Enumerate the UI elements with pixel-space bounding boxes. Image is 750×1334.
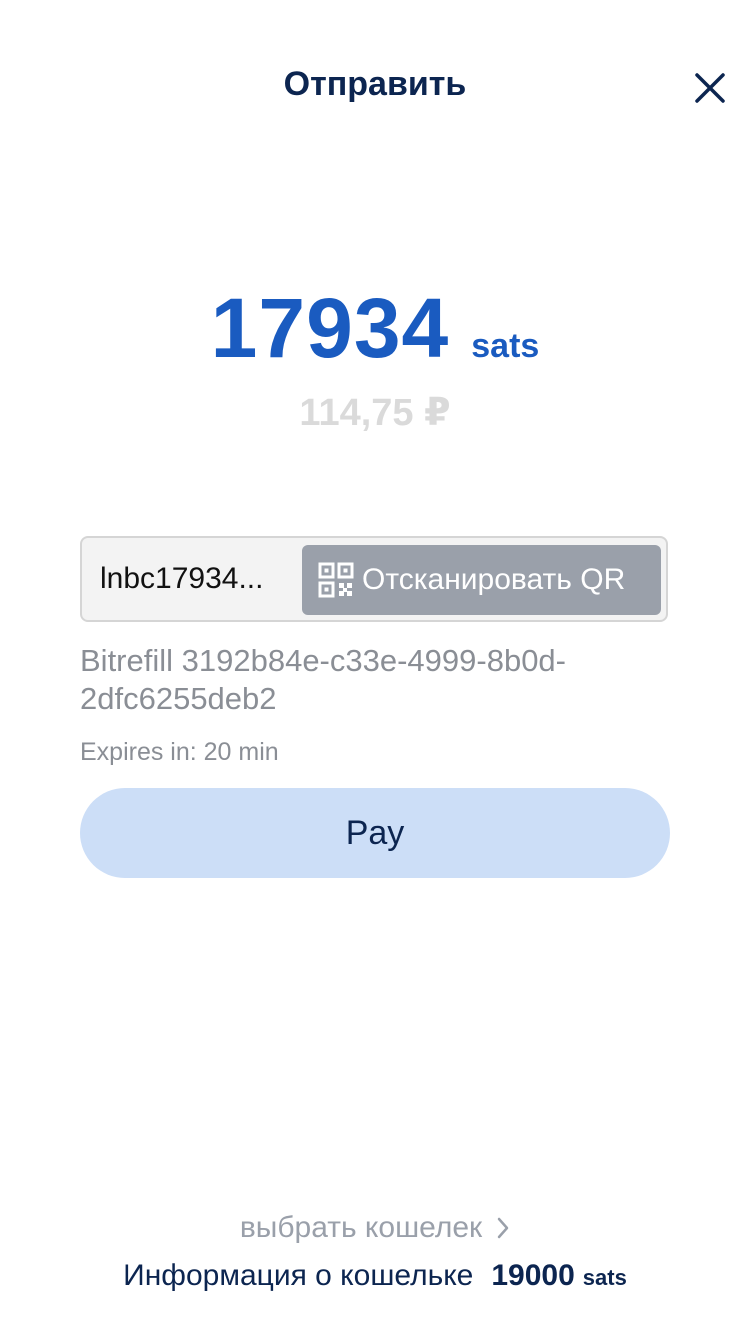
wallet-balance-unit: sats: [582, 1265, 627, 1290]
invoice-description: Bitrefill 3192b84e-c33e-4999-8b0d-2dfc62…: [80, 643, 566, 716]
chevron-right-icon: [497, 1217, 509, 1239]
qr-code-icon: [318, 562, 354, 598]
fiat-amount: 114,75 ₽: [299, 392, 451, 434]
wallet-balance: 19000: [491, 1259, 575, 1292]
choose-wallet-label: выбрать кошелек: [239, 1211, 483, 1244]
invoice-expiry: Expires in: 20 min: [80, 738, 279, 766]
amount-value: 17934: [210, 281, 450, 375]
invoice-address-field[interactable]: lnbc17934... Отсканировать QR: [80, 536, 668, 622]
close-icon: [695, 73, 725, 103]
pay-button[interactable]: Pay: [80, 788, 670, 878]
wallet-info[interactable]: Информация о кошельке 19000 sats: [0, 1254, 750, 1298]
wallet-info-label: Информация о кошельке: [123, 1259, 474, 1292]
scan-qr-button[interactable]: Отсканировать QR: [302, 545, 661, 615]
amount-unit: sats: [471, 327, 540, 365]
amount-display: 17934 sats: [0, 278, 750, 378]
scan-qr-label: Отсканировать QR: [362, 563, 626, 596]
close-button[interactable]: [682, 60, 738, 116]
page-title: Отправить: [283, 65, 467, 103]
invoice-address-value[interactable]: lnbc17934...: [100, 538, 290, 620]
choose-wallet-button[interactable]: выбрать кошелек: [0, 1208, 750, 1248]
